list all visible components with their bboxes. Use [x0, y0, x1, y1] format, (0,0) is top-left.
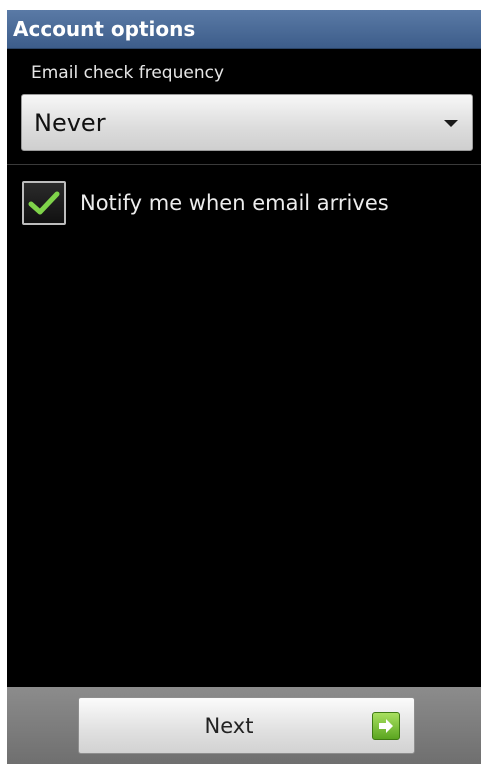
title-bar: Account options — [7, 10, 481, 49]
arrow-right-icon — [372, 712, 400, 740]
dropdown-arrow-icon — [444, 120, 458, 127]
next-button[interactable]: Next — [78, 697, 415, 754]
checkmark-icon — [28, 191, 60, 215]
email-check-frequency-dropdown[interactable]: Never — [21, 94, 473, 151]
email-check-frequency-label: Email check frequency — [31, 63, 225, 83]
screen: Account options Email check frequency Ne… — [7, 10, 481, 764]
notify-checkbox[interactable] — [22, 181, 66, 225]
bottom-action-bar: Next — [7, 687, 481, 764]
dropdown-selected-value: Never — [34, 109, 106, 137]
divider — [7, 164, 481, 165]
next-button-label: Next — [204, 714, 254, 738]
notify-checkbox-label[interactable]: Notify me when email arrives — [80, 190, 389, 216]
page-title: Account options — [13, 17, 196, 41]
